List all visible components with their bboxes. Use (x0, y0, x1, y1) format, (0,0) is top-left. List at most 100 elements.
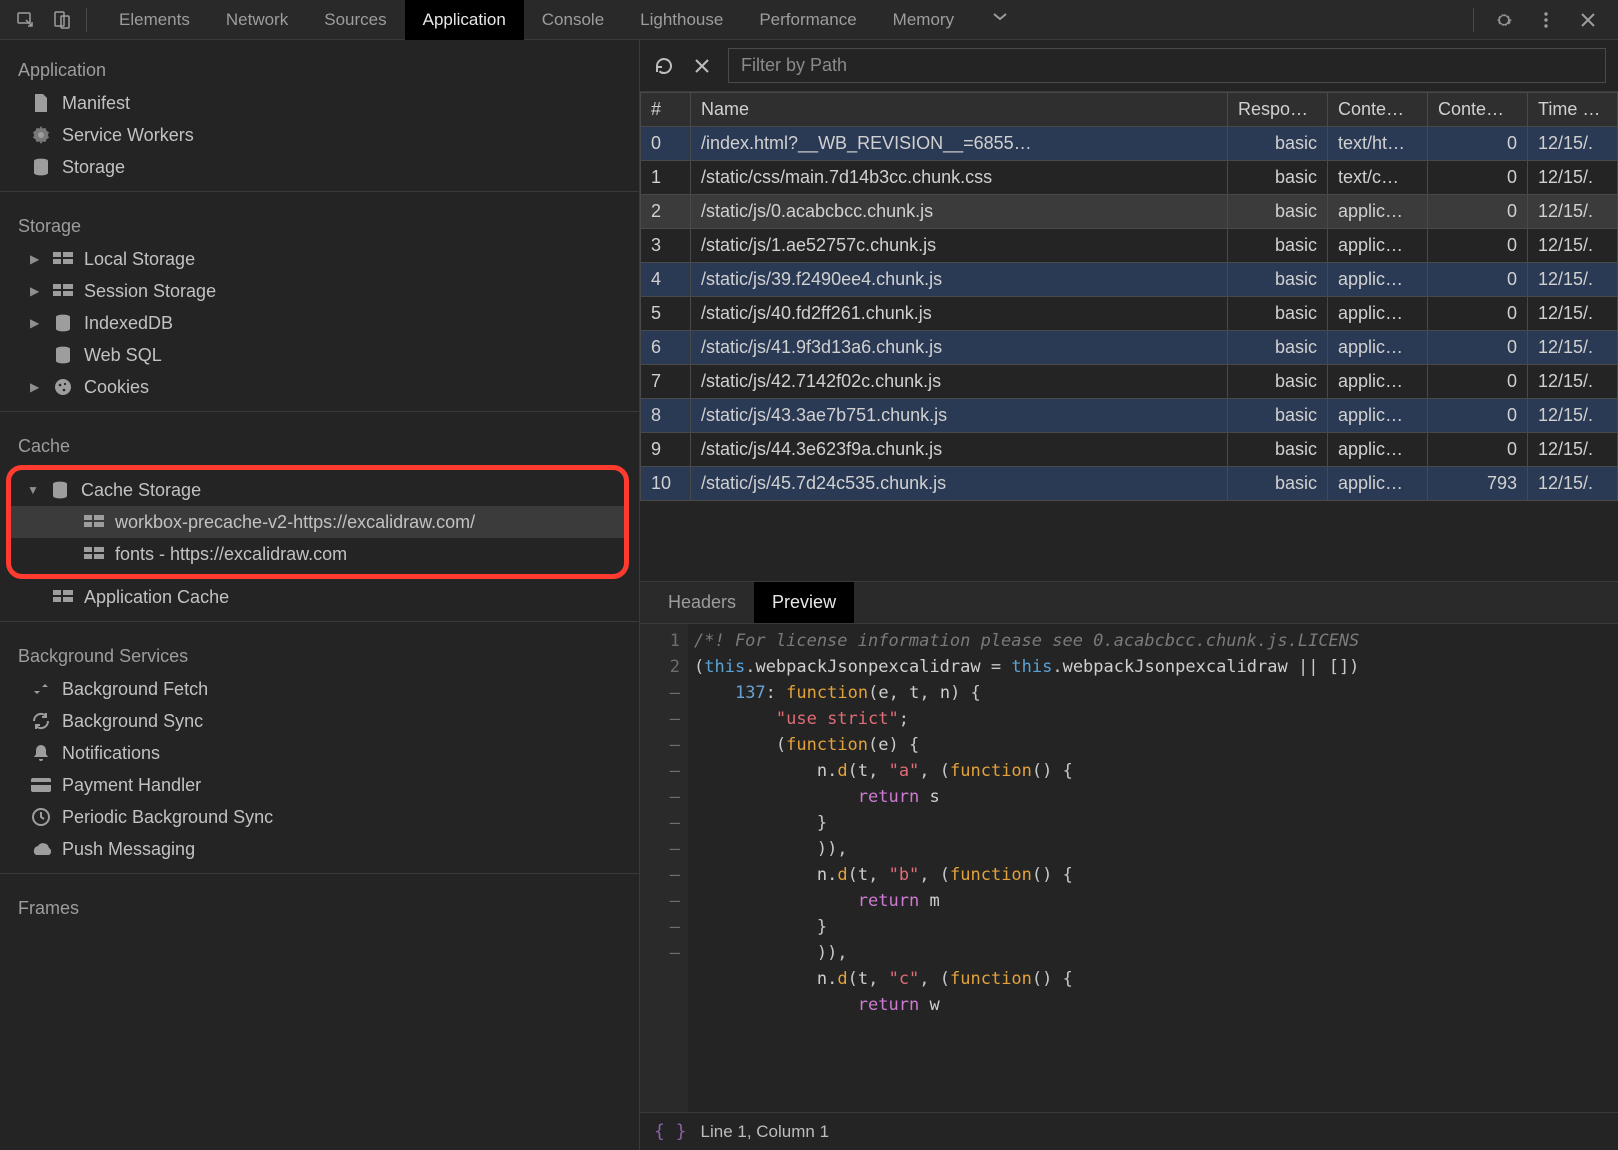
sidebar-item-service-workers[interactable]: Service Workers (0, 119, 639, 151)
sidebar-item-label: Background Fetch (62, 679, 208, 700)
table-row[interactable]: 10/static/js/45.7d24c535.chunk.jsbasicap… (641, 467, 1618, 501)
tab-headers[interactable]: Headers (650, 582, 754, 623)
section-background-title: Background Services (0, 630, 639, 673)
table-row[interactable]: 0/index.html?__WB_REVISION__=6855…basict… (641, 127, 1618, 161)
sidebar-item-payment-handler[interactable]: Payment Handler (0, 769, 639, 801)
expand-arrow-icon[interactable]: ▶ (30, 316, 42, 330)
settings-gear-icon[interactable] (1490, 6, 1518, 34)
devtools-tabs: Elements Network Sources Application Con… (101, 0, 1467, 40)
sidebar-item-periodic-sync[interactable]: Periodic Background Sync (0, 801, 639, 833)
sidebar-item-label: Cache Storage (81, 480, 201, 501)
tab-performance[interactable]: Performance (741, 0, 874, 40)
separator (1473, 8, 1474, 32)
separator (0, 411, 639, 412)
sidebar-item-label: workbox-precache-v2-https://excalidraw.c… (115, 512, 475, 533)
col-name[interactable]: Name (691, 93, 1228, 127)
sidebar-item-cookies[interactable]: ▶ Cookies (0, 371, 639, 403)
cookie-icon (52, 376, 74, 398)
col-response-type[interactable]: Respo… (1228, 93, 1328, 127)
sidebar-item-storage-overview[interactable]: Storage (0, 151, 639, 183)
tab-overflow-icon[interactable] (972, 0, 1028, 40)
separator (0, 873, 639, 874)
sidebar-item-label: Notifications (62, 743, 160, 764)
table-row[interactable]: 2/static/js/0.acabcbcc.chunk.jsbasicappl… (641, 195, 1618, 229)
code-preview[interactable]: 12––––––––––– /*! For license informatio… (640, 624, 1618, 1112)
sidebar-item-cache-workbox[interactable]: workbox-precache-v2-https://excalidraw.c… (11, 506, 624, 538)
sidebar-item-push-messaging[interactable]: Push Messaging (0, 833, 639, 865)
table-row[interactable]: 7/static/js/42.7142f02c.chunk.jsbasicapp… (641, 365, 1618, 399)
separator (0, 621, 639, 622)
section-storage-title: Storage (0, 200, 639, 243)
sidebar-item-label: Service Workers (62, 125, 194, 146)
sidebar-item-label: Push Messaging (62, 839, 195, 860)
delete-icon[interactable] (690, 54, 714, 78)
sidebar-item-indexeddb[interactable]: ▶ IndexedDB (0, 307, 639, 339)
expand-arrow-icon[interactable]: ▶ (30, 252, 42, 266)
sidebar-item-label: Web SQL (84, 345, 162, 366)
sidebar-item-manifest[interactable]: Manifest (0, 87, 639, 119)
tab-elements[interactable]: Elements (101, 0, 208, 40)
sidebar-item-cache-fonts[interactable]: fonts - https://excalidraw.com (11, 538, 624, 570)
device-toolbar-icon[interactable] (48, 6, 76, 34)
database-icon (49, 479, 71, 501)
file-icon (30, 92, 52, 114)
filter-by-path-input[interactable] (728, 48, 1606, 83)
line-gutter: 12––––––––––– (640, 624, 688, 1112)
expand-arrow-icon[interactable]: ▶ (30, 380, 42, 394)
table-row[interactable]: 5/static/js/40.fd2ff261.chunk.jsbasicapp… (641, 297, 1618, 331)
table-row[interactable]: 8/static/js/43.3ae7b751.chunk.jsbasicapp… (641, 399, 1618, 433)
table-row[interactable]: 9/static/js/44.3e623f9a.chunk.jsbasicapp… (641, 433, 1618, 467)
clock-icon (30, 806, 52, 828)
sidebar-item-websql[interactable]: ▶ Web SQL (0, 339, 639, 371)
tab-sources[interactable]: Sources (306, 0, 404, 40)
table-row[interactable]: 3/static/js/1.ae52757c.chunk.jsbasicappl… (641, 229, 1618, 263)
sync-icon (30, 710, 52, 732)
col-content-type[interactable]: Conte… (1328, 93, 1428, 127)
code-content: /*! For license information please see 0… (688, 624, 1618, 1112)
tab-memory[interactable]: Memory (875, 0, 972, 40)
cursor-position: Line 1, Column 1 (701, 1122, 830, 1142)
tab-preview[interactable]: Preview (754, 582, 854, 623)
status-bar: { } Line 1, Column 1 (640, 1112, 1618, 1150)
section-frames-title: Frames (0, 882, 639, 925)
card-icon (30, 774, 52, 796)
col-index[interactable]: # (641, 93, 691, 127)
sidebar-item-label: IndexedDB (84, 313, 173, 334)
sidebar-item-cache-storage[interactable]: ▼ Cache Storage (11, 474, 624, 506)
sidebar-item-local-storage[interactable]: ▶ Local Storage (0, 243, 639, 275)
gear-icon (30, 124, 52, 146)
table-row[interactable]: 1/static/css/main.7d14b3cc.chunk.cssbasi… (641, 161, 1618, 195)
cache-toolbar (640, 40, 1618, 92)
sidebar-item-label: Background Sync (62, 711, 203, 732)
sidebar-item-background-fetch[interactable]: Background Fetch (0, 673, 639, 705)
database-icon (52, 344, 74, 366)
tab-network[interactable]: Network (208, 0, 306, 40)
close-icon[interactable] (1574, 6, 1602, 34)
database-icon (52, 312, 74, 334)
sidebar-item-session-storage[interactable]: ▶ Session Storage (0, 275, 639, 307)
sidebar-item-background-sync[interactable]: Background Sync (0, 705, 639, 737)
sidebar-item-label: Cookies (84, 377, 149, 398)
section-application-title: Application (0, 44, 639, 87)
tab-lighthouse[interactable]: Lighthouse (622, 0, 741, 40)
table-row[interactable]: 6/static/js/41.9f3d13a6.chunk.jsbasicapp… (641, 331, 1618, 365)
tab-console[interactable]: Console (524, 0, 622, 40)
pretty-print-icon[interactable]: { } (654, 1121, 687, 1142)
inspect-element-icon[interactable] (12, 6, 40, 34)
sidebar-item-notifications[interactable]: Notifications (0, 737, 639, 769)
col-time-cached[interactable]: Time … (1528, 93, 1618, 127)
expand-arrow-icon[interactable]: ▶ (30, 284, 42, 298)
sidebar-item-label: Session Storage (84, 281, 216, 302)
sidebar-item-application-cache[interactable]: ▶ Application Cache (0, 581, 639, 613)
kebab-menu-icon[interactable] (1532, 6, 1560, 34)
tab-application[interactable]: Application (405, 0, 524, 40)
sidebar-item-label: Manifest (62, 93, 130, 114)
col-content-length[interactable]: Conte… (1428, 93, 1528, 127)
database-icon (30, 156, 52, 178)
section-cache-title: Cache (0, 420, 639, 463)
table-row[interactable]: 4/static/js/39.f2490ee4.chunk.jsbasicapp… (641, 263, 1618, 297)
collapse-arrow-icon[interactable]: ▼ (27, 483, 39, 497)
cache-entries-table[interactable]: # Name Respo… Conte… Conte… Time … 0/ind… (640, 92, 1618, 582)
cache-detail-pane: # Name Respo… Conte… Conte… Time … 0/ind… (640, 40, 1618, 1150)
refresh-icon[interactable] (652, 54, 676, 78)
